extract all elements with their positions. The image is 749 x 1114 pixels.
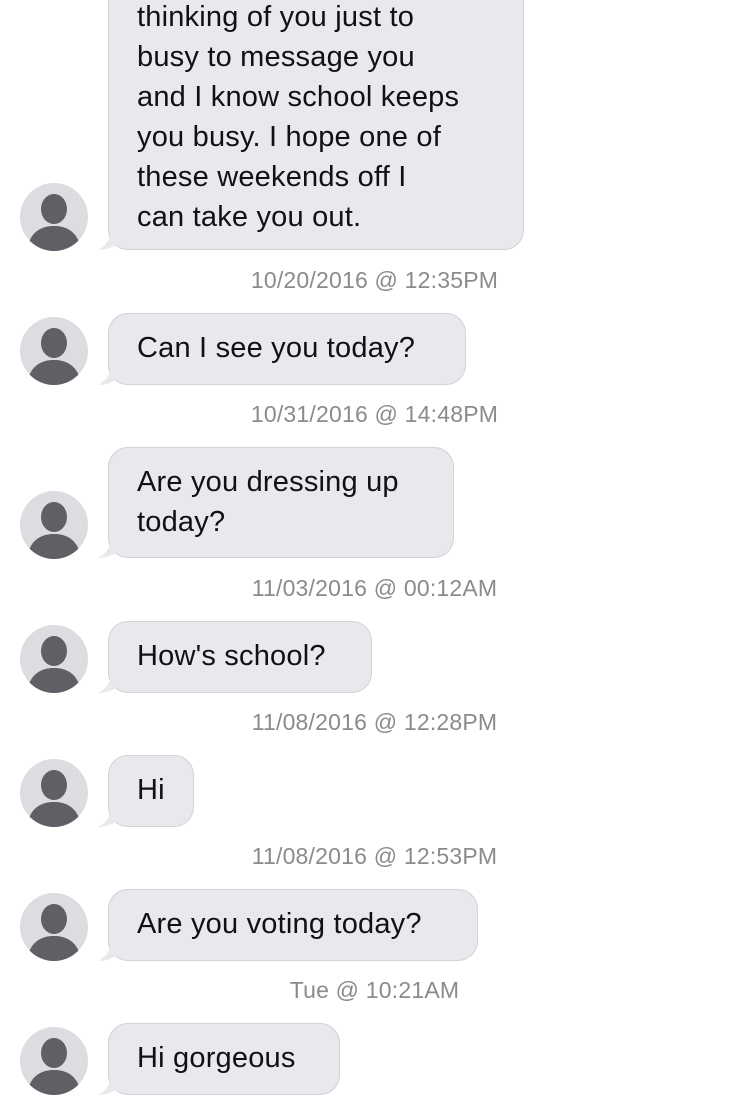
avatar[interactable] bbox=[20, 1027, 88, 1095]
avatar[interactable] bbox=[20, 183, 88, 251]
message-bubble[interactable]: Are you voting today? bbox=[108, 889, 478, 961]
message-timestamp: 11/03/2016 @ 00:12AM bbox=[251, 575, 498, 601]
avatar[interactable] bbox=[20, 317, 88, 385]
message-timestamp: 11/08/2016 @ 12:28PM bbox=[251, 709, 498, 735]
person-silhouette-icon bbox=[28, 770, 80, 827]
avatar[interactable] bbox=[20, 625, 88, 693]
bubble-tail bbox=[98, 1071, 122, 1095]
message-bubble[interactable]: How's school? bbox=[108, 621, 372, 693]
avatar[interactable] bbox=[20, 491, 88, 559]
message-timestamp: 10/31/2016 @ 14:48PM bbox=[250, 401, 499, 427]
person-silhouette-icon bbox=[28, 904, 80, 961]
message-bubble[interactable]: Are you dressing up today? bbox=[108, 447, 454, 558]
person-silhouette-icon bbox=[28, 328, 80, 385]
message-timestamp: 10/20/2016 @ 12:35PM bbox=[250, 267, 499, 293]
bubble-tail bbox=[98, 534, 122, 558]
bubble-tail bbox=[98, 937, 122, 961]
bubble-tail bbox=[98, 226, 122, 250]
avatar[interactable] bbox=[20, 759, 88, 827]
message-timestamp: 11/08/2016 @ 12:53PM bbox=[251, 843, 498, 869]
message-thread: thinking of you just to busy to message … bbox=[0, 0, 749, 1114]
person-silhouette-icon bbox=[28, 636, 80, 693]
bubble-tail bbox=[98, 669, 122, 693]
person-silhouette-icon bbox=[28, 194, 80, 251]
person-silhouette-icon bbox=[28, 502, 80, 559]
person-silhouette-icon bbox=[28, 1038, 80, 1095]
bubble-tail bbox=[98, 803, 122, 827]
avatar[interactable] bbox=[20, 893, 88, 961]
message-timestamp: Tue @ 10:21AM bbox=[289, 977, 460, 1003]
message-bubble[interactable]: Hi gorgeous bbox=[108, 1023, 340, 1095]
message-bubble[interactable]: Can I see you today? bbox=[108, 313, 466, 385]
bubble-tail bbox=[98, 361, 122, 385]
message-bubble[interactable]: thinking of you just to busy to message … bbox=[108, 0, 524, 250]
